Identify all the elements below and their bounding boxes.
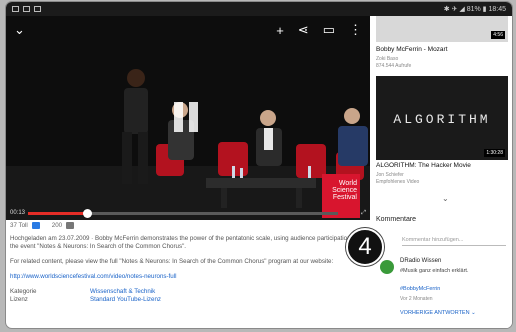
notification-icon bbox=[23, 6, 30, 12]
share-icon[interactable]: ⋖ bbox=[298, 22, 309, 38]
comment-text: #Musik ganz einfach erklärt. bbox=[400, 268, 469, 274]
related-video-views: Empfohlenes Video bbox=[376, 179, 420, 185]
minimize-chevron-icon[interactable]: ⌄ bbox=[14, 22, 25, 38]
thumbnail-title-text: ALGORITHM bbox=[393, 112, 491, 127]
meta-value[interactable]: Wissenschaft & Technik bbox=[90, 288, 155, 296]
meta-row-license: Lizenz Standard YouTube-Lizenz bbox=[10, 296, 366, 304]
progress-fill bbox=[28, 212, 87, 215]
related-video-views: 874.544 Aufrufe bbox=[376, 63, 412, 69]
thumb-down-icon[interactable] bbox=[66, 222, 75, 229]
meta-row-category: Kategorie Wissenschaft & Technik bbox=[10, 288, 366, 296]
related-video-channel: Jon Schiefer bbox=[376, 172, 404, 178]
more-options-icon[interactable]: ⋮ bbox=[349, 22, 362, 38]
comment-time: Vor 2 Monaten bbox=[400, 296, 433, 302]
status-indicators: ✱ ✈ ◢ 81% ▮ 18:45 bbox=[443, 6, 506, 13]
meta-key: Lizenz bbox=[10, 296, 28, 303]
meta-value: Standard YouTube-Lizenz bbox=[90, 296, 161, 303]
meta-key: Kategorie bbox=[10, 288, 37, 295]
video-duration: 4:56 bbox=[491, 31, 505, 39]
related-video-thumbnail[interactable]: 4:56 bbox=[376, 16, 508, 42]
progress-scrubber[interactable] bbox=[82, 209, 92, 218]
avatar bbox=[380, 260, 394, 274]
step-number-badge: 4 bbox=[346, 228, 384, 266]
notification-icon bbox=[12, 6, 19, 12]
player-top-bar: ⌄ + ⋖ ▭ ⋮ bbox=[6, 16, 370, 44]
elapsed-time: 00:13 bbox=[10, 210, 26, 216]
video-duration: 1:30:28 bbox=[484, 149, 505, 157]
likes-count: 37 Toll bbox=[10, 222, 28, 229]
status-bar: ✱ ✈ ◢ 81% ▮ 18:45 bbox=[6, 2, 512, 16]
pause-button[interactable] bbox=[174, 102, 202, 132]
description-paragraph: Hochgeladen am 23.07.2009 · Bobby McFerr… bbox=[10, 235, 360, 250]
related-video-thumbnail[interactable]: ALGORITHM 1:30:28 bbox=[376, 76, 508, 160]
pause-bar-icon bbox=[189, 102, 198, 132]
cast-icon[interactable]: ▭ bbox=[323, 22, 335, 38]
video-player[interactable]: ⌄ + ⋖ ▭ ⋮ World Science Festival 00:13 ⤢ bbox=[6, 16, 370, 220]
comment-input[interactable]: Kommentar hinzufügen... bbox=[402, 234, 506, 246]
comment-hashtag[interactable]: #BobbyMcFerrin bbox=[400, 286, 440, 292]
add-to-playlist-icon[interactable]: + bbox=[276, 23, 284, 38]
tablet-screen: ✱ ✈ ◢ 81% ▮ 18:45 ⌄ + ⋖ ▭ ⋮ World Scienc… bbox=[6, 2, 512, 328]
related-sidebar: 4:56 Bobby McFerrin - Mozart Zoki Baso 8… bbox=[346, 16, 512, 328]
related-video-title[interactable]: ALGORITHM: The Hacker Movie bbox=[376, 162, 471, 169]
thumb-up-icon[interactable] bbox=[31, 222, 40, 229]
rating-row: 37 Toll 200 bbox=[10, 222, 366, 229]
pause-bar-icon bbox=[174, 102, 183, 132]
status-notification-icons bbox=[12, 6, 41, 12]
related-video-title[interactable]: Bobby McFerrin - Mozart bbox=[376, 46, 448, 53]
notification-icon bbox=[34, 6, 41, 12]
expand-chevron-icon[interactable]: ⌄ bbox=[442, 194, 449, 203]
video-description: 37 Toll 200 Hochgeladen am 23.07.2009 · … bbox=[10, 222, 366, 328]
description-paragraph: For related content, please view the ful… bbox=[10, 258, 334, 265]
fullscreen-icon[interactable]: ⤢ bbox=[361, 210, 366, 217]
description-link[interactable]: http://www.worldsciencefestival.com/vide… bbox=[10, 273, 366, 281]
previous-replies-button[interactable]: VORHERIGE ANTWORTEN ⌄ bbox=[400, 310, 476, 316]
comments-header: Kommentare bbox=[376, 216, 417, 223]
progress-bar[interactable] bbox=[28, 212, 338, 215]
related-video-channel: Zoki Baso bbox=[376, 56, 399, 62]
dislikes-count: 200 bbox=[51, 222, 63, 229]
comment-author[interactable]: DRadio Wissen bbox=[400, 258, 441, 264]
